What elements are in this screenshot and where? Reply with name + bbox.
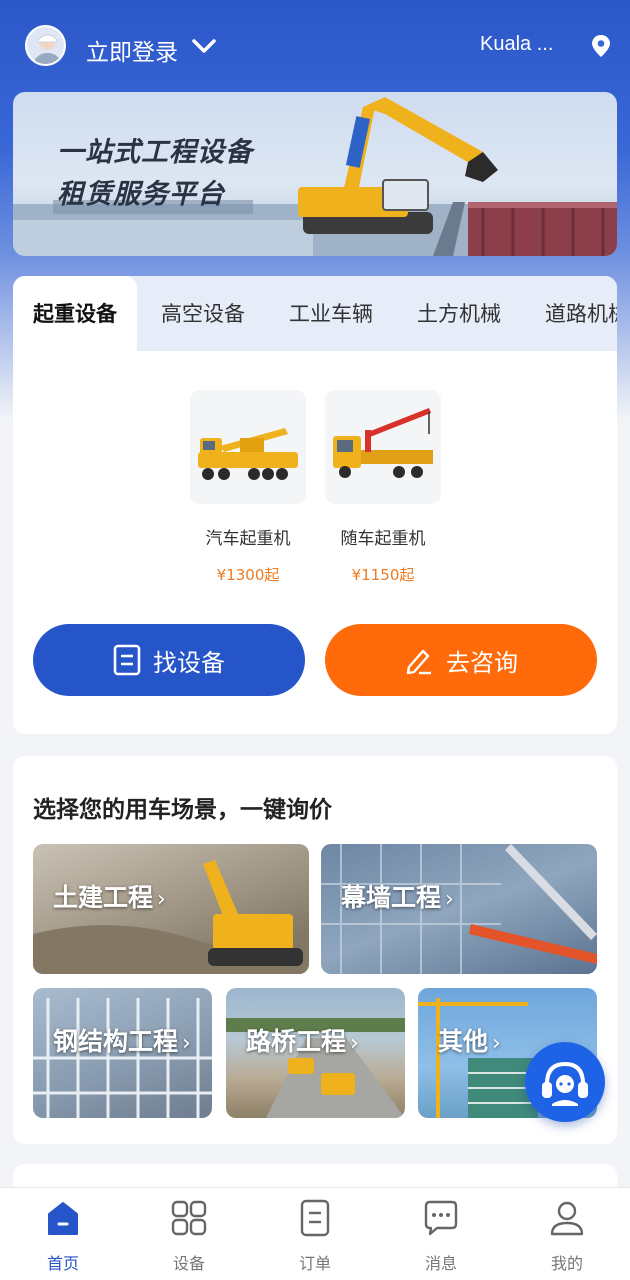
equipment-price: ¥1300起: [216, 566, 280, 584]
chevron-right-icon: ›: [445, 887, 454, 912]
city-selector[interactable]: Kuala ...: [480, 33, 553, 56]
customer-service-button[interactable]: [525, 1042, 605, 1122]
scenario-label: 钢结构工程 ›: [53, 1027, 191, 1056]
tab-industrial-vehicles[interactable]: 工业车辆: [289, 276, 373, 351]
equipment-price: ¥1150起: [351, 566, 415, 584]
nav-label: 消息: [424, 1254, 457, 1273]
grid-icon: [171, 1200, 207, 1236]
truck-mounted-crane-image: [325, 390, 441, 504]
nav-label: 订单: [298, 1254, 331, 1273]
find-equipment-label: 找设备: [153, 648, 225, 677]
tab-road-machinery[interactable]: 道路机械: [545, 276, 617, 351]
user-icon: [550, 1201, 584, 1236]
tab-aerial-equipment[interactable]: 高空设备: [161, 276, 245, 351]
nav-orders[interactable]: 订单: [275, 1198, 355, 1274]
equipment-name: 汽车起重机: [205, 529, 291, 549]
equipment-name: 随车起重机: [340, 529, 426, 549]
nav-home[interactable]: 首页: [23, 1198, 103, 1274]
nav-label: 设备: [172, 1254, 205, 1273]
find-equipment-button[interactable]: 找设备: [33, 624, 305, 696]
document-list-icon: [113, 644, 141, 676]
edit-pencil-icon: [406, 649, 431, 675]
avatar[interactable]: [25, 25, 66, 66]
home-icon: [48, 1202, 78, 1235]
nav-label: 首页: [46, 1254, 79, 1273]
scenario-title: 选择您的用车场景，一键询价: [33, 797, 332, 823]
equipment-item-truck-mounted-crane[interactable]: [325, 390, 441, 504]
equipment-category-card: 起重设备 高空设备 工业车辆 土方机械 道路机械 汽车起重机 ¥1300起: [13, 276, 617, 734]
location-pin-icon[interactable]: [590, 34, 612, 58]
chevron-right-icon: ›: [492, 1031, 501, 1056]
category-tabs: 起重设备 高空设备 工业车辆 土方机械 道路机械: [13, 276, 617, 351]
equipment-item-truck-crane[interactable]: [190, 390, 306, 504]
chevron-right-icon: ›: [350, 1031, 359, 1056]
scenario-label: 其他 ›: [438, 1027, 501, 1056]
tab-earthmoving-machinery[interactable]: 土方机械: [417, 276, 501, 351]
top-bar: 立即登录 Kuala ...: [0, 22, 630, 70]
banner-headline: 一站式工程设备: [57, 137, 253, 168]
scenario-civil-engineering[interactable]: 土建工程 ›: [33, 844, 309, 974]
consult-button[interactable]: 去咨询: [325, 624, 597, 696]
login-link[interactable]: 立即登录: [86, 33, 178, 67]
scenario-label: 幕墙工程 ›: [341, 883, 454, 912]
nav-profile[interactable]: 我的: [527, 1198, 607, 1274]
nav-label: 我的: [550, 1254, 583, 1273]
scenario-steel-structure[interactable]: 钢结构工程 ›: [33, 988, 212, 1118]
order-document-icon: [300, 1199, 330, 1237]
chat-bubble-icon: [424, 1200, 458, 1236]
chevron-right-icon: ›: [182, 1031, 191, 1056]
consult-label: 去咨询: [446, 648, 518, 677]
scenario-road-bridge[interactable]: 路桥工程 ›: [226, 988, 405, 1118]
promo-banner[interactable]: 一站式工程设备 租赁服务平台: [13, 92, 617, 256]
tab-lifting-equipment[interactable]: 起重设备: [13, 276, 137, 351]
scenario-label: 路桥工程 ›: [246, 1027, 359, 1056]
chevron-right-icon: ›: [157, 887, 166, 912]
nav-equipment[interactable]: 设备: [149, 1198, 229, 1274]
scenario-curtain-wall[interactable]: 幕墙工程 ›: [321, 844, 597, 974]
nav-messages[interactable]: 消息: [401, 1198, 481, 1274]
chevron-down-icon[interactable]: [190, 32, 218, 60]
truck-crane-image: [190, 390, 306, 504]
headset-icon: [542, 1061, 588, 1106]
banner-subheadline: 租赁服务平台: [57, 179, 225, 210]
bottom-navigation: 首页 设备 订单 消息 我的: [0, 1187, 630, 1280]
scenario-label: 土建工程 ›: [53, 883, 166, 912]
